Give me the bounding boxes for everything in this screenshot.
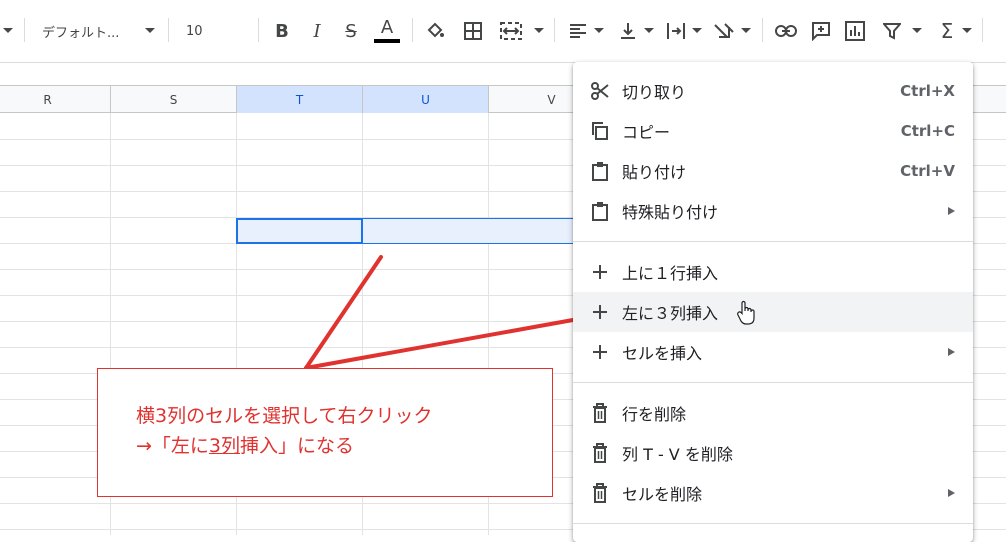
menu-item-delete-columns[interactable]: 列 T - V を削除	[573, 433, 973, 473]
hand-cursor-icon	[737, 300, 755, 330]
trash-icon	[589, 402, 611, 424]
menu-item-copy[interactable]: コピー Ctrl+C	[573, 111, 973, 151]
plus-icon	[589, 341, 611, 363]
trash-icon	[589, 482, 611, 504]
annotation-underlined: 3列	[208, 435, 241, 457]
menu-item-label: コピー	[622, 123, 671, 142]
menu-item-label: 列 T - V を削除	[622, 445, 733, 464]
menu-item-insert-columns-left[interactable]: 左に３列挿入	[573, 292, 973, 332]
menu-item-label: 左に３列挿入	[622, 304, 719, 323]
clipboard-icon	[589, 160, 611, 182]
arrow-to-selection	[304, 255, 383, 370]
menu-item-delete-cells[interactable]: セルを削除	[573, 473, 973, 513]
context-menu: 切り取り Ctrl+X コピー Ctrl+C 貼り付け Ctrl+V 特殊貼り付…	[573, 62, 973, 542]
clipboard-icon	[589, 200, 611, 222]
submenu-arrow-icon	[948, 489, 955, 497]
menu-item-label: セルを挿入	[622, 344, 703, 363]
menu-item-label: 上に１行挿入	[622, 264, 719, 283]
menu-separator	[573, 241, 973, 242]
submenu-arrow-icon	[948, 207, 955, 215]
menu-item-label: 特殊貼り付け	[622, 203, 719, 222]
menu-item-cut[interactable]: 切り取り Ctrl+X	[573, 71, 973, 111]
menu-item-label: 行を削除	[622, 405, 687, 424]
trash-icon	[589, 442, 611, 464]
menu-item-paste[interactable]: 貼り付け Ctrl+V	[573, 151, 973, 191]
menu-item-label: 貼り付け	[622, 163, 687, 182]
plus-icon	[589, 261, 611, 283]
scissors-icon	[589, 80, 611, 102]
plus-icon	[589, 301, 611, 323]
menu-item-insert-row-above[interactable]: 上に１行挿入	[573, 252, 973, 292]
menu-item-insert-cells[interactable]: セルを挿入	[573, 332, 973, 372]
annotation-callout: 横3列のセルを選択して右クリック →「左に3列挿入」になる	[97, 368, 553, 497]
copy-icon	[589, 120, 611, 142]
menu-item-shortcut: Ctrl+C	[900, 122, 955, 140]
submenu-arrow-icon	[948, 348, 955, 356]
menu-item-label: 切り取り	[622, 83, 687, 102]
menu-separator	[573, 523, 973, 524]
arrow-to-menu-item	[304, 316, 586, 370]
annotation-line-1: 横3列のセルを選択して右クリック	[136, 405, 433, 427]
menu-item-delete-row[interactable]: 行を削除	[573, 393, 973, 433]
menu-separator	[573, 382, 973, 383]
menu-item-shortcut: Ctrl+X	[900, 82, 955, 100]
annotation-line-2: →「左に3列挿入」になる	[136, 431, 354, 458]
menu-item-paste-special[interactable]: 特殊貼り付け	[573, 191, 973, 231]
annotation-line-2-suffix: 挿入」になる	[240, 435, 355, 457]
menu-item-shortcut: Ctrl+V	[900, 162, 955, 180]
menu-item-label: セルを削除	[622, 485, 703, 504]
annotation-line-2-prefix: →「左に	[136, 435, 209, 457]
